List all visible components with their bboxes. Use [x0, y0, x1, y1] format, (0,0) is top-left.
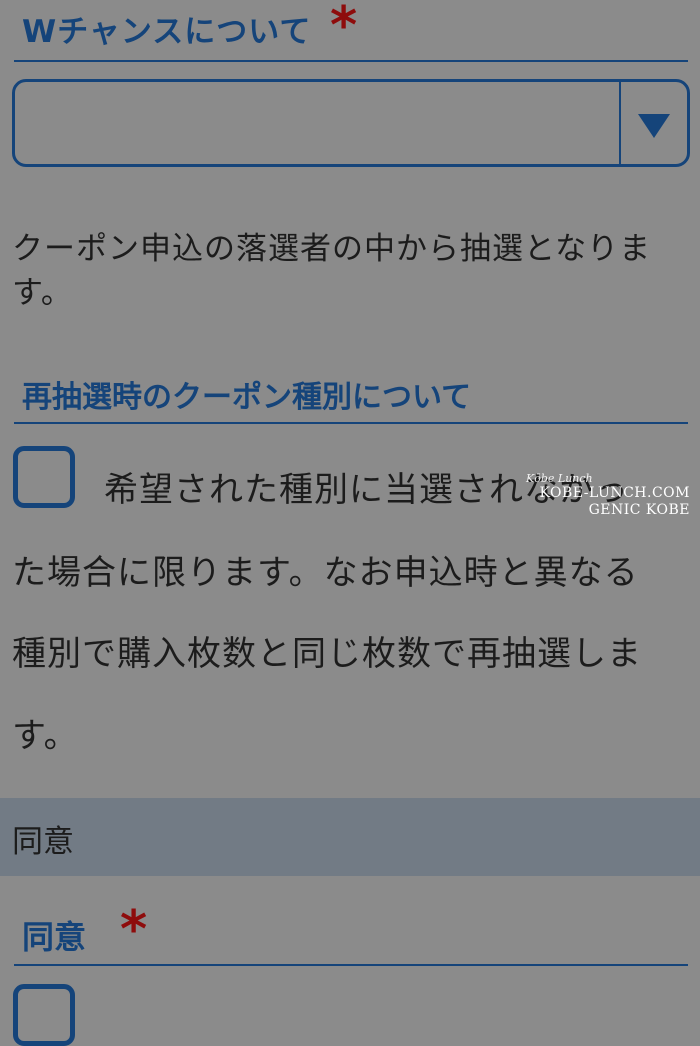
- redraw-heading-text: 再抽選時のクーポン種別について: [22, 380, 472, 415]
- consent-heading-text: 同意: [22, 918, 87, 956]
- wchance-select[interactable]: [12, 79, 690, 167]
- redraw-heading: 再抽選時のクーポン種別について: [14, 366, 688, 424]
- redraw-description-line: た場合に限ります。なお申込時と異なる: [12, 553, 639, 593]
- redraw-checkbox[interactable]: [13, 446, 75, 508]
- required-asterisk: *: [120, 900, 148, 960]
- redraw-description-line: す。: [12, 716, 79, 756]
- wchance-heading: Wチャンスについて *: [14, 0, 688, 62]
- required-asterisk: *: [330, 0, 358, 56]
- watermark-site: KOBE-LUNCH.COM: [539, 485, 690, 501]
- triangle-down-icon: [638, 114, 670, 138]
- wchance-heading-text: Wチャンスについて: [22, 14, 312, 50]
- wchance-note: クーポン申込の落選者の中から抽選となります。: [12, 231, 652, 311]
- redraw-description-line: 種別で購入枚数と同じ枚数で再抽選しま: [12, 634, 642, 674]
- consent-group-bar: 同意: [0, 798, 700, 876]
- select-arrow-button[interactable]: [619, 82, 687, 164]
- consent-heading: 同意 *: [14, 894, 688, 966]
- consent-checkbox[interactable]: [13, 984, 75, 1046]
- watermark-signature: Kōbe Lunch: [526, 472, 593, 485]
- watermark-tagline: GENIC KOBE: [588, 502, 690, 518]
- watermark: Kōbe Lunch KOBE-LUNCH.COM GENIC KOBE: [520, 472, 690, 519]
- consent-group-label: 同意: [12, 824, 74, 860]
